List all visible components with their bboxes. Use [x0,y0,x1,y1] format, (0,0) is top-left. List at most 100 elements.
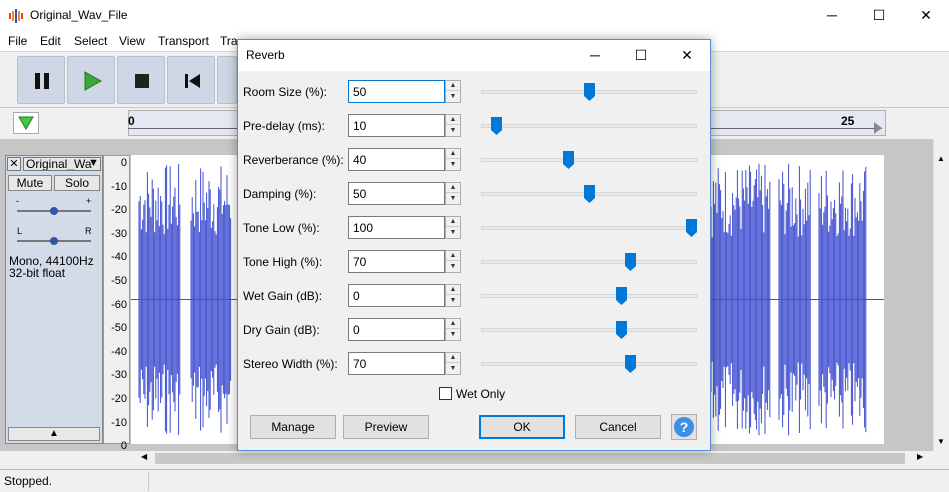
spin-up-icon[interactable]: ▲ [446,217,460,227]
pre-delay-spinner[interactable]: ▲ ▼ [445,114,461,137]
spin-down-icon[interactable]: ▼ [446,228,460,238]
close-button[interactable]: ✕ [903,0,949,31]
spin-down-icon[interactable]: ▼ [446,194,460,204]
tone-low-slider[interactable] [481,226,697,230]
scroll-up-icon[interactable]: ▲ [937,154,945,163]
reverberance-slider[interactable] [481,158,697,162]
preview-button[interactable]: Preview [343,415,429,439]
track-close-button[interactable]: ✕ [7,157,21,171]
menu-transport[interactable]: Transport [158,34,209,48]
dialog-minimize-button[interactable]: ─ [572,40,618,71]
stereo-width-slider[interactable] [481,362,697,366]
vertical-ruler-label: -50 [111,275,127,287]
dialog-maximize-button[interactable]: ☐ [618,40,664,71]
scroll-right-icon[interactable]: ▶ [917,452,923,461]
wet-gain-slider[interactable] [481,294,697,298]
wet-gain-input[interactable] [348,284,445,307]
spin-down-icon[interactable]: ▼ [446,126,460,136]
help-icon: ? [674,417,694,437]
spin-up-icon[interactable]: ▲ [446,81,460,91]
maximize-button[interactable]: ☐ [856,0,902,31]
spin-down-icon[interactable]: ▼ [446,160,460,170]
wet-gain-slider-thumb[interactable] [616,287,628,305]
mute-button[interactable]: Mute [8,175,52,191]
menu-edit[interactable]: Edit [40,34,61,48]
audacity-logo-icon [9,9,23,23]
help-button[interactable]: ? [671,414,697,440]
damping-spinner[interactable]: ▲ ▼ [445,182,461,205]
tone-high-slider-thumb[interactable] [624,253,636,271]
tone-high-input[interactable] [348,250,445,273]
dry-gain-spinner[interactable]: ▲ ▼ [445,318,461,341]
pause-button[interactable] [17,56,65,104]
dry-gain-label: Dry Gain (dB): [243,323,320,337]
stereo-width-input[interactable] [348,352,445,375]
timeline-options-button[interactable] [13,112,39,134]
wet-only-checkbox[interactable] [439,387,452,400]
stereo-width-spinner[interactable]: ▲ ▼ [445,352,461,375]
vertical-ruler-label: 0 [120,440,127,453]
reverberance-slider-thumb[interactable] [563,151,574,169]
track-collapse-button[interactable]: ▲ [8,427,100,441]
menu-select[interactable]: Select [74,34,107,48]
spin-up-icon[interactable]: ▲ [446,285,460,295]
vertical-ruler-label: -10 [111,180,127,193]
scroll-down-icon[interactable]: ▼ [937,437,945,446]
manage-button[interactable]: Manage [250,415,336,439]
stereo-width-slider-thumb[interactable] [624,355,636,373]
pre-delay-slider-thumb[interactable] [491,117,503,135]
spin-down-icon[interactable]: ▼ [446,296,460,306]
tone-low-input[interactable] [348,216,445,239]
reverberance-input[interactable] [348,148,445,171]
menu-file[interactable]: File [8,34,27,48]
spin-down-icon[interactable]: ▼ [446,364,460,374]
pan-right-label: R [85,226,92,236]
dry-gain-slider-thumb[interactable] [616,321,628,339]
spin-down-icon[interactable]: ▼ [446,330,460,340]
ok-button[interactable]: OK [479,415,565,439]
spin-up-icon[interactable]: ▲ [446,115,460,125]
solo-button[interactable]: Solo [54,175,100,191]
stop-button[interactable] [117,56,165,104]
dialog-close-button[interactable]: ✕ [664,40,710,71]
gain-slider-thumb[interactable] [50,207,58,215]
minimize-button[interactable]: ─ [809,0,855,31]
pan-slider-thumb[interactable] [50,237,58,245]
pre-delay-slider[interactable] [481,124,697,128]
vertical-ruler-label: -50 [111,322,127,335]
wet-gain-spinner[interactable]: ▲ ▼ [445,284,461,307]
play-button[interactable] [67,56,115,104]
damping-slider-thumb[interactable] [583,185,595,203]
reverb-dialog: Reverb ─ ☐ ✕ Room Size (%):▲▼Pre-delay (… [237,39,711,451]
dry-gain-slider[interactable] [481,328,697,332]
spin-down-icon[interactable]: ▼ [446,262,460,272]
spin-up-icon[interactable]: ▲ [446,251,460,261]
dry-gain-input[interactable] [348,318,445,341]
tone-high-spinner[interactable]: ▲ ▼ [445,250,461,273]
skip-to-end-button[interactable] [217,56,237,104]
spin-up-icon[interactable]: ▲ [446,319,460,329]
horizontal-scroll-thumb[interactable] [155,453,905,464]
pre-delay-input[interactable] [348,114,445,137]
damping-input[interactable] [348,182,445,205]
room-size-slider-thumb[interactable] [583,83,595,101]
scroll-left-icon[interactable]: ◀ [141,452,147,461]
tone-low-spinner[interactable]: ▲ ▼ [445,216,461,239]
vertical-scrollbar[interactable]: ▲ ▼ [933,139,949,451]
cancel-button[interactable]: Cancel [575,415,661,439]
spin-down-icon[interactable]: ▼ [446,92,460,102]
reverberance-spinner[interactable]: ▲ ▼ [445,148,461,171]
room-size-spinner[interactable]: ▲ ▼ [445,80,461,103]
status-divider [148,472,149,491]
menu-tracks[interactable]: Tra [220,34,238,48]
stop-icon [135,74,149,88]
tone-low-slider-thumb[interactable] [686,219,697,237]
tone-high-slider[interactable] [481,260,697,264]
spin-up-icon[interactable]: ▲ [446,183,460,193]
menu-view[interactable]: View [119,34,145,48]
room-size-input[interactable] [348,80,445,103]
skip-to-start-button[interactable] [167,56,215,104]
spin-up-icon[interactable]: ▲ [446,353,460,363]
spin-up-icon[interactable]: ▲ [446,149,460,159]
skip-to-start-icon [185,74,200,88]
